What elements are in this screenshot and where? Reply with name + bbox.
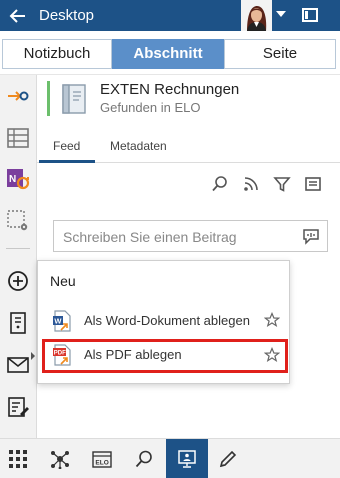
list-icon[interactable] (5, 125, 31, 151)
tab-metadaten[interactable]: Metadaten (110, 139, 167, 153)
title-bar: Desktop (0, 0, 340, 31)
item-header: EXTEN Rechnungen Gefunden in ELO (37, 75, 340, 129)
presentation-icon (178, 450, 196, 468)
segment-abschnitt[interactable]: Abschnitt (112, 39, 224, 69)
search-icon (135, 450, 152, 468)
folder-register-icon (62, 84, 86, 114)
edit-note-icon[interactable] (5, 394, 31, 420)
bottom-network-button[interactable] (42, 439, 78, 478)
window-title: Desktop (39, 7, 95, 24)
bottom-presentation-button[interactable] (166, 439, 208, 478)
mail-icon[interactable] (5, 352, 31, 378)
elo-icon: ELO (92, 451, 112, 468)
document-binder-icon[interactable] (5, 310, 31, 336)
arrow-left-icon[interactable] (8, 6, 28, 26)
menu-item-pdf[interactable]: PDF Als PDF ablegen (42, 339, 288, 373)
bottom-toolbar: ELO (0, 438, 340, 478)
rss-icon[interactable] (242, 175, 260, 193)
menu-item-label: Als Word-Dokument ablegen (84, 313, 250, 328)
filter-icon[interactable] (273, 175, 291, 193)
bottom-pencil-button[interactable] (210, 439, 246, 478)
menu-item-label: Als PDF ablegen (84, 347, 182, 362)
window-toggle-icon[interactable] (302, 8, 318, 22)
bottom-grid-button[interactable] (0, 439, 36, 478)
tab-active-indicator (39, 160, 95, 163)
composer-placeholder: Schreiben Sie einen Beitrag (63, 229, 237, 245)
bottom-search-button[interactable] (126, 439, 162, 478)
network-icon (51, 451, 69, 469)
svg-text:N: N (9, 174, 16, 185)
add-circle-icon[interactable] (5, 268, 31, 294)
left-sidebar: N (0, 75, 37, 438)
pdf-document-icon: PDF (53, 344, 71, 366)
settings-dotted-icon[interactable] (5, 208, 31, 234)
content-tabs: Feed Metadaten (37, 129, 340, 163)
item-title: EXTEN Rechnungen (100, 81, 240, 98)
bottom-elo-button[interactable]: ELO (84, 439, 120, 478)
star-outline-icon[interactable] (264, 312, 280, 328)
item-subtitle: Gefunden in ELO (100, 100, 201, 115)
segment-notizbuch[interactable]: Notizbuch (2, 39, 112, 69)
svg-text:W: W (54, 317, 62, 326)
pin-arrow-icon[interactable] (5, 83, 31, 109)
caret-down-icon[interactable] (276, 11, 286, 17)
user-avatar[interactable] (241, 0, 272, 31)
pencil-icon (219, 450, 237, 468)
sidebar-active-notch (31, 352, 35, 360)
word-document-icon: W (53, 310, 71, 332)
svg-text:PDF: PDF (54, 351, 66, 357)
menu-title: Neu (50, 273, 76, 289)
header-accent-bar (47, 81, 50, 116)
scope-switcher: Notizbuch Abschnitt Seite (0, 31, 340, 75)
star-outline-icon[interactable] (264, 347, 280, 363)
new-item-menu: Neu W Als Word-Dokument ablegen PDF Als … (37, 260, 290, 384)
elo-label: ELO (95, 460, 108, 467)
menu-list-icon[interactable] (304, 175, 322, 193)
onenote-icon[interactable]: N (5, 166, 31, 192)
sidebar-divider (6, 248, 30, 249)
grid-icon (9, 450, 27, 468)
comment-icon[interactable] (302, 228, 320, 245)
segment-seite[interactable]: Seite (224, 39, 336, 69)
post-composer[interactable]: Schreiben Sie einen Beitrag (53, 220, 328, 252)
search-icon[interactable] (211, 175, 229, 193)
feed-toolbar (37, 164, 340, 204)
menu-item-word[interactable]: W Als Word-Dokument ablegen (42, 305, 288, 339)
tab-feed[interactable]: Feed (53, 139, 80, 153)
